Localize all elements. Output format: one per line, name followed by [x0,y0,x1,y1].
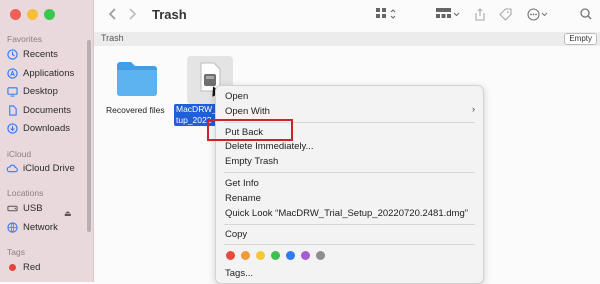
sidebar: Favorites Recents Applications Desktop D… [0,0,94,282]
sidebar-item-label: Applications [23,67,75,79]
minimize-window-button[interactable] [27,9,38,20]
sidebar-item-label: Documents [23,104,72,116]
icon-view-icon[interactable] [376,8,398,23]
menu-separator [224,244,475,245]
sidebar-scrollbar[interactable] [87,40,91,232]
locations-section-title: Locations [7,188,44,198]
icloud-section-title: iCloud [7,149,32,159]
tag-red-dot[interactable] [226,251,235,260]
tag-gray-dot[interactable] [316,251,325,260]
download-icon [6,122,18,134]
search-icon[interactable] [580,8,592,23]
sidebar-item-label: Network [23,221,58,233]
sidebar-item-usb[interactable]: USB [6,200,43,216]
folder-icon [117,62,157,96]
menu-item-delete-immediately[interactable]: Delete Immediately... [225,141,314,152]
tag-green-dot[interactable] [271,251,280,260]
zoom-window-button[interactable] [44,9,55,20]
sidebar-item-applications[interactable]: Applications [6,65,74,81]
menu-separator [224,172,475,173]
desktop-icon [6,85,18,97]
sidebar-item-recents[interactable]: Recents [6,46,58,62]
tag-purple-dot[interactable] [301,251,310,260]
cloud-icon [6,162,18,174]
eject-icon[interactable]: ⏏ [64,209,72,218]
back-arrow-icon[interactable] [108,8,117,23]
sidebar-item-documents[interactable]: Documents [6,102,71,118]
sidebar-item-tag-red[interactable]: Red [6,259,40,275]
sidebar-item-network[interactable]: Network [6,219,58,235]
put-back-highlight-box [207,119,293,141]
close-window-button[interactable] [10,9,21,20]
tag-yellow-dot[interactable] [256,251,265,260]
applications-icon [6,67,18,79]
sidebar-item-desktop[interactable]: Desktop [6,83,58,99]
tag-color-dot-icon [6,261,18,273]
sidebar-item-label: Red [23,261,41,273]
forward-arrow-icon[interactable] [128,8,137,23]
window-title: Trash [152,7,187,22]
empty-trash-button[interactable]: Empty [564,33,597,45]
context-menu: Open Open With › Put Back Delete Immedia… [215,85,484,284]
tag-blue-dot[interactable] [286,251,295,260]
tag-color-picker [226,251,325,260]
sidebar-item-label: USB [23,202,43,214]
menu-item-get-info[interactable]: Get Info [225,178,259,189]
menu-separator [224,224,475,225]
menu-item-open-with[interactable]: Open With [225,106,270,117]
document-icon [6,104,18,116]
sidebar-item-label: Downloads [23,122,70,134]
sidebar-item-downloads[interactable]: Downloads [6,120,70,136]
menu-item-quick-look[interactable]: Quick Look “MacDRW_Trial_Setup_20220720.… [225,208,468,219]
sidebar-item-label: iCloud Drive [23,162,75,174]
menu-item-rename[interactable]: Rename [225,193,261,204]
menu-item-empty-trash[interactable]: Empty Trash [225,156,278,167]
menu-item-open[interactable]: Open [225,91,248,102]
tag-icon[interactable] [499,8,512,24]
tags-section-title: Tags [7,247,25,257]
favorites-section-title: Favorites [7,34,42,44]
more-actions-icon[interactable] [527,8,551,24]
clock-icon [6,48,18,60]
file-name: Recovered files [106,105,165,115]
network-icon [6,221,18,233]
trash-header-bar: Trash Empty [94,32,600,46]
menu-item-copy[interactable]: Copy [225,229,247,240]
sidebar-item-icloud-drive[interactable]: iCloud Drive [6,160,75,176]
menu-item-tags[interactable]: Tags... [225,268,253,279]
window-controls [10,9,55,20]
tag-orange-dot[interactable] [241,251,250,260]
sidebar-item-label: Recents [23,48,58,60]
drive-icon [6,202,18,214]
trash-label: Trash [101,33,124,43]
share-icon[interactable] [475,8,485,24]
submenu-chevron-icon: › [472,104,475,114]
group-view-icon[interactable] [436,8,462,23]
sidebar-item-label: Desktop [23,85,58,97]
